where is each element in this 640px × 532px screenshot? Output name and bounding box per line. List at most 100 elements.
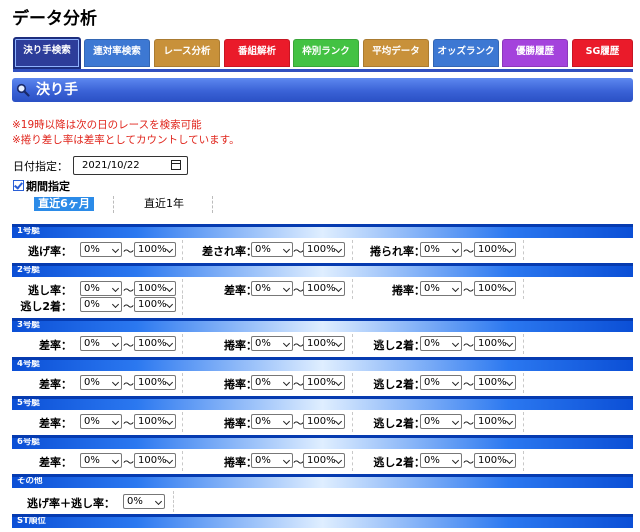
range-separator: 〜 [463, 456, 474, 469]
group-header-bar: 5号艇 [12, 396, 633, 410]
page-title: データ分析 [12, 9, 97, 29]
range-separator: 〜 [463, 417, 474, 430]
range-from-select[interactable]: 0% [251, 281, 293, 296]
date-value: 2021/10/22 [82, 160, 140, 171]
range-separator: 〜 [463, 378, 474, 391]
range-separator: 〜 [123, 378, 134, 391]
range-from-select[interactable]: 0% [420, 453, 462, 468]
period-option-6months[interactable]: 直近6ヶ月 [34, 197, 94, 211]
field-label: 差率： [39, 456, 72, 469]
range-from-select[interactable]: 0% [80, 242, 122, 257]
range-to-select[interactable]: 100% [303, 375, 345, 390]
field-label: 捲率： [224, 378, 257, 391]
range-to-select[interactable]: 100% [474, 453, 516, 468]
group-header-bar: ST順位 [12, 514, 633, 528]
range-from-select[interactable]: 0% [80, 297, 122, 312]
tab-kimarite[interactable]: 決り手検索 [13, 37, 81, 69]
range-separator: 〜 [123, 417, 134, 430]
range-separator: 〜 [123, 284, 134, 297]
range-from-select[interactable]: 0% [251, 336, 293, 351]
tab-race-analysis[interactable]: レース分析 [154, 39, 220, 67]
range-from-select[interactable]: 0% [420, 336, 462, 351]
field-divider [523, 334, 524, 354]
range-to-select[interactable]: 100% [303, 336, 345, 351]
field-label: 逃し2着： [373, 456, 425, 469]
range-to-select[interactable]: 100% [474, 414, 516, 429]
range-to-select[interactable]: 100% [303, 453, 345, 468]
date-input[interactable]: 2021/10/22 [73, 156, 188, 175]
field-label: 逃げ率： [28, 245, 72, 258]
tab-bar: 決り手検索 連対率検索 レース分析 番組解析 枠別ランク 平均データ オッズラン… [13, 37, 633, 69]
field-label: 捲率： [224, 339, 257, 352]
group-header-bar: 4号艇 [12, 357, 633, 371]
checkbox-icon[interactable] [13, 180, 24, 191]
calendar-icon[interactable] [171, 160, 181, 170]
group-header-bar: 3号艇 [12, 318, 633, 332]
field-label: 逃し2着： [373, 339, 425, 352]
range-from-select[interactable]: 0% [80, 336, 122, 351]
tab-program[interactable]: 番組解析 [224, 39, 290, 67]
period-option-1year[interactable]: 直近1年 [134, 197, 194, 211]
single-select[interactable]: 0% [123, 494, 165, 509]
range-from-select[interactable]: 0% [80, 453, 122, 468]
range-from-select[interactable]: 0% [420, 414, 462, 429]
range-to-select[interactable]: 100% [134, 336, 176, 351]
period-divider [212, 196, 213, 213]
range-from-select[interactable]: 0% [251, 242, 293, 257]
range-to-select[interactable]: 100% [474, 336, 516, 351]
field-label: 捲られ率： [370, 245, 425, 258]
field-label: 逃げ率＋逃し率： [27, 497, 115, 510]
range-to-select[interactable]: 100% [134, 281, 176, 296]
tab-sg-history[interactable]: SG履歴 [572, 39, 633, 67]
range-to-select[interactable]: 100% [134, 242, 176, 257]
tab-victory-history[interactable]: 優勝履歴 [502, 39, 568, 67]
field-label: 逃し率： [28, 284, 72, 297]
range-to-select[interactable]: 100% [474, 242, 516, 257]
range-to-select[interactable]: 100% [303, 242, 345, 257]
range-from-select[interactable]: 0% [80, 414, 122, 429]
range-to-select[interactable]: 100% [134, 453, 176, 468]
range-to-select[interactable]: 100% [303, 281, 345, 296]
field-label: 差率： [39, 417, 72, 430]
range-from-select[interactable]: 0% [80, 375, 122, 390]
field-label: 逃し2着： [20, 300, 72, 313]
field-divider [523, 373, 524, 393]
field-label: 差率： [39, 378, 72, 391]
period-toggle[interactable]: 期間指定 [13, 178, 70, 194]
range-from-select[interactable]: 0% [420, 281, 462, 296]
range-to-select[interactable]: 100% [134, 297, 176, 312]
field-divider [182, 295, 183, 315]
field-label: 捲率： [224, 417, 257, 430]
section-header: 決り手 [12, 78, 633, 102]
field-divider [523, 412, 524, 432]
range-to-select[interactable]: 100% [474, 375, 516, 390]
note-evening: ※19時以降は次の日のレースを検索可能 [12, 119, 202, 131]
field-divider [173, 491, 174, 512]
tab-average[interactable]: 平均データ [363, 39, 429, 67]
range-from-select[interactable]: 0% [251, 453, 293, 468]
field-divider [523, 240, 524, 260]
field-label: 差され率： [202, 245, 257, 258]
field-label: 捲率： [392, 284, 425, 297]
range-to-select[interactable]: 100% [303, 414, 345, 429]
field-divider [523, 279, 524, 299]
range-to-select[interactable]: 100% [134, 414, 176, 429]
range-to-select[interactable]: 100% [134, 375, 176, 390]
range-from-select[interactable]: 0% [251, 375, 293, 390]
tab-odds-rank[interactable]: オッズランク [433, 39, 499, 67]
range-from-select[interactable]: 0% [420, 242, 462, 257]
group-header-bar: 1号艇 [12, 224, 633, 238]
group-header-bar: その他 [12, 474, 633, 488]
range-from-select[interactable]: 0% [420, 375, 462, 390]
field-divider [523, 451, 524, 471]
range-separator: 〜 [123, 245, 134, 258]
range-from-select[interactable]: 0% [80, 281, 122, 296]
range-to-select[interactable]: 100% [474, 281, 516, 296]
tab-rentai[interactable]: 連対率検索 [84, 39, 150, 67]
tab-waku-rank[interactable]: 枠別ランク [293, 39, 359, 67]
range-separator: 〜 [463, 284, 474, 297]
range-separator: 〜 [123, 456, 134, 469]
section-title: 決り手 [36, 82, 78, 98]
search-icon [16, 83, 30, 97]
range-from-select[interactable]: 0% [251, 414, 293, 429]
